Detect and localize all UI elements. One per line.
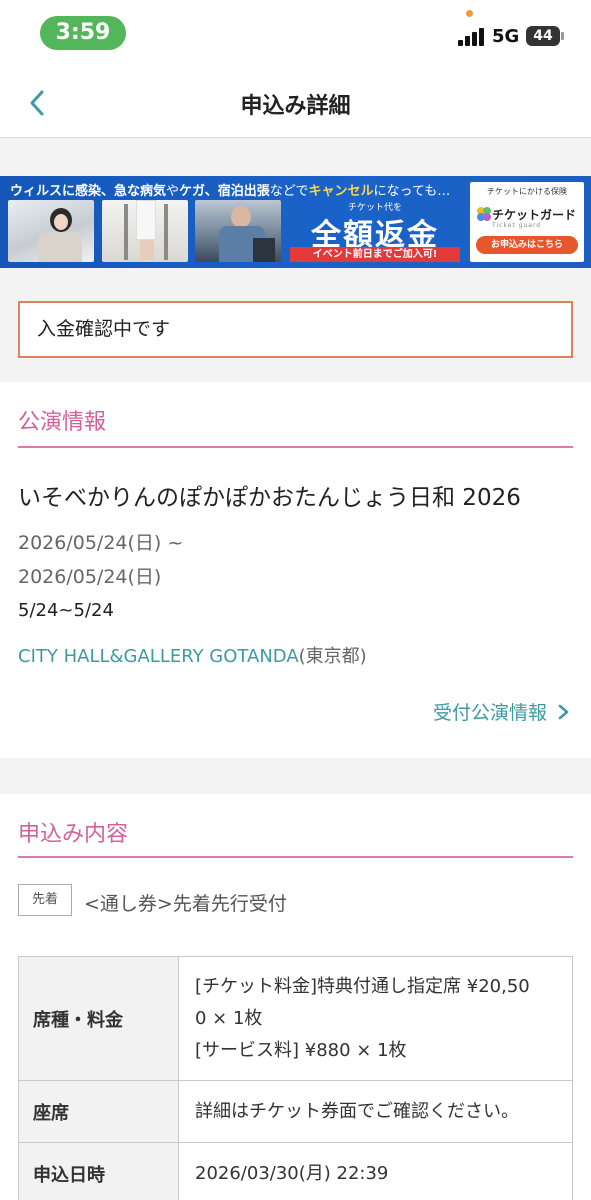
- mic-indicator: [466, 10, 473, 17]
- row-value-seat: 詳細はチケット券面でご確認ください。: [178, 1080, 573, 1143]
- refund-cta: チケット代を 全額返金 イベント前日までご加入可!: [286, 200, 464, 262]
- table-row: 申込日時 2026/03/30(月) 22:39: [18, 1142, 573, 1200]
- banner-text-2: や: [166, 184, 180, 199]
- guard-caption: チケットにかける保険: [487, 187, 567, 196]
- ticket-guard-logo-icon: [477, 207, 491, 221]
- event-date-start: 2026/05/24(日) ~: [18, 532, 184, 554]
- event-section-heading: 公演情報: [18, 410, 107, 435]
- insurance-banner[interactable]: ウィルスに感染、急な病気やケガ、宿泊出張などでキャンセルになっても… チケット代…: [0, 176, 591, 268]
- chevron-right-icon: [558, 704, 569, 720]
- banner-text-3: ケガ、宿泊出張: [179, 184, 270, 199]
- banner-text-4: などで: [269, 184, 309, 199]
- application-card: 申込み内容 先着 <通し券>先着先行受付 席種・料金 [チケット料金]特典付通し…: [0, 794, 591, 1200]
- ticket-guard-panel[interactable]: チケットにかける保険 チケットガード Ticket guard お申込みはこちら: [470, 182, 584, 262]
- table-row: 席種・料金 [チケット料金]特典付通し指定席 ¥20,50 0 × 1枚 [サー…: [18, 956, 573, 1081]
- nav-bar: 申込み詳細: [0, 66, 591, 138]
- event-date-end: 2026/05/24(日): [18, 566, 162, 588]
- reception-info-link[interactable]: 受付公演情報: [433, 698, 571, 725]
- battery-tip: [561, 32, 564, 40]
- event-venue: CITY HALL&GALLERY GOTANDA(東京都): [18, 642, 367, 668]
- price-line-3: [サービス料] ¥880 × 1枚: [195, 1039, 407, 1061]
- venue-prefecture: (東京都): [298, 646, 367, 667]
- row-value-applied-at: 2026/03/30(月) 22:39: [178, 1142, 573, 1200]
- banner-photo-crutches: [102, 200, 188, 262]
- banner-photo-traveler: [195, 200, 281, 262]
- price-line-2: 0 × 1枚: [195, 1007, 263, 1029]
- network-label: 5G: [492, 26, 520, 47]
- guard-apply-button[interactable]: お申込みはこちら: [476, 236, 578, 254]
- clock: 3:59: [40, 16, 126, 50]
- row-label-applied-at: 申込日時: [18, 1142, 179, 1200]
- venue-name[interactable]: CITY HALL&GALLERY GOTANDA: [18, 646, 299, 667]
- row-label-seat: 座席: [18, 1080, 179, 1143]
- event-section-divider: [18, 446, 573, 448]
- banner-text-5: キャンセル: [308, 184, 374, 199]
- table-row: 座席 詳細はチケット券面でご確認ください。: [18, 1080, 573, 1143]
- banner-headline: ウィルスに感染、急な病気やケガ、宿泊出張などでキャンセルになっても…: [10, 180, 450, 199]
- page-title: 申込み詳細: [240, 94, 351, 119]
- banner-text-1: ウィルスに感染、急な病気: [10, 184, 167, 199]
- guard-sub: Ticket guard: [492, 222, 542, 229]
- price-line-1: [チケット料金]特典付通し指定席 ¥20,50: [195, 975, 530, 997]
- application-section-divider: [18, 856, 573, 858]
- row-label-seat-type: 席種・料金: [18, 956, 179, 1081]
- banner-photo-sick: [8, 200, 94, 262]
- signal-icon: [458, 28, 486, 46]
- status-bar: 3:59 5G 44: [0, 0, 591, 66]
- event-info-card: 公演情報 いそべかりんのぽかぽかおたんじょう日和 2026 2026/05/24…: [0, 382, 591, 758]
- event-short-date: 5/24~5/24: [18, 600, 114, 621]
- banner-text-6: になっても…: [373, 184, 451, 199]
- reception-type: <通し券>先着先行受付: [84, 893, 287, 915]
- reception-info-label: 受付公演情報: [432, 702, 547, 724]
- battery-icon: 44: [526, 26, 560, 46]
- payment-status-box: 入金確認中です: [18, 301, 573, 358]
- payment-status-area: 入金確認中です: [0, 284, 591, 380]
- cta-note: イベント前日までご加入可!: [290, 247, 460, 262]
- row-value-seat-type: [チケット料金]特典付通し指定席 ¥20,50 0 × 1枚 [サービス料] ¥…: [178, 956, 573, 1081]
- event-title: いそべかりんのぽかぽかおたんじょう日和 2026: [18, 485, 521, 511]
- first-come-badge: 先着: [18, 884, 72, 916]
- application-section-heading: 申込み内容: [18, 822, 129, 847]
- application-details-table: 席種・料金 [チケット料金]特典付通し指定席 ¥20,50 0 × 1枚 [サー…: [18, 956, 573, 1200]
- guard-name: チケットガード: [492, 208, 577, 222]
